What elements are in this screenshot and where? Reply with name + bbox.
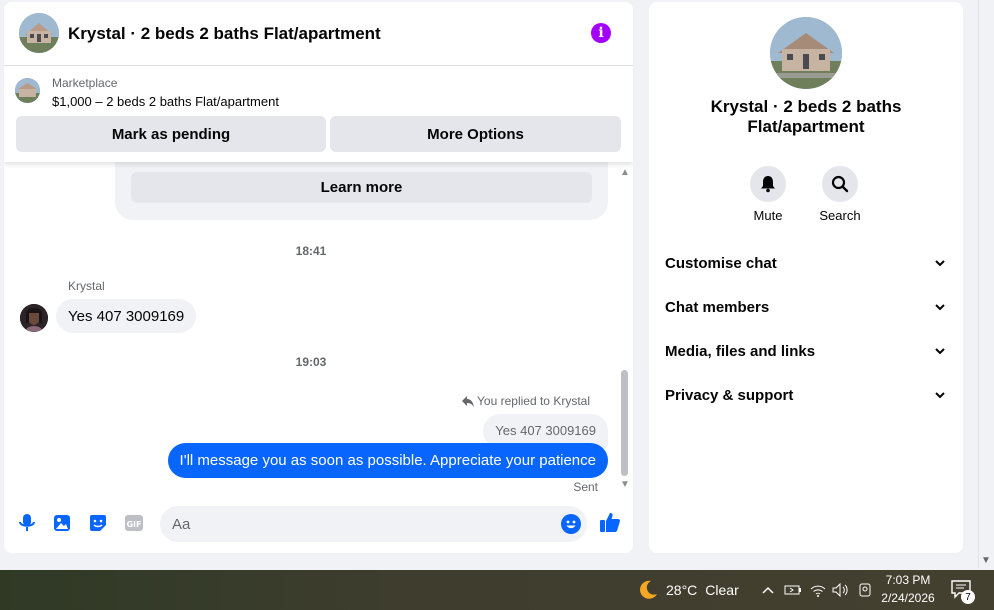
svg-text:GIF: GIF xyxy=(126,520,141,529)
moon-icon xyxy=(637,579,659,601)
reply-note-text: You replied to Krystal xyxy=(477,394,590,408)
message-status: Sent xyxy=(573,480,598,494)
marketplace-bar: Marketplace $1,000 – 2 beds 2 baths Flat… xyxy=(4,66,633,162)
reply-arrow-icon xyxy=(462,395,475,410)
sticker-icon[interactable] xyxy=(87,512,109,534)
weather-widget[interactable]: 28°C Clear xyxy=(637,570,739,610)
mute-action[interactable]: Mute xyxy=(738,166,798,223)
message-input-placeholder: Aa xyxy=(172,515,191,533)
chevron-down-icon xyxy=(933,388,947,402)
listing-card: Learn more xyxy=(115,162,608,220)
conversation-info-panel: Krystal · 2 beds 2 baths Flat/apartment … xyxy=(649,2,963,553)
section-privacy-support[interactable]: Privacy & support xyxy=(665,383,947,407)
section-media-files-links[interactable]: Media, files and links xyxy=(665,339,947,363)
sender-name: Krystal xyxy=(68,279,105,293)
mute-label: Mute xyxy=(753,208,783,223)
chat-title[interactable]: Krystal · 2 beds 2 baths Flat/apartment xyxy=(68,24,381,44)
message-input[interactable]: Aa xyxy=(160,506,587,542)
clock-date[interactable]: 2/24/2026 xyxy=(876,591,940,605)
listing-avatar[interactable] xyxy=(19,13,59,53)
learn-more-button[interactable]: Learn more xyxy=(131,172,592,203)
section-chat-members[interactable]: Chat members xyxy=(665,295,947,319)
mark-as-pending-button[interactable]: Mark as pending xyxy=(16,116,326,152)
timestamp: 19:03 xyxy=(295,355,327,369)
clock-time[interactable]: 7:03 PM xyxy=(876,573,940,587)
info-icon[interactable]: i xyxy=(591,23,611,43)
chevron-down-icon xyxy=(933,300,947,314)
wifi-icon[interactable] xyxy=(810,570,826,610)
volume-icon[interactable] xyxy=(832,570,850,610)
notifications-icon[interactable]: 7 xyxy=(951,570,975,610)
incoming-message-bubble[interactable]: Yes 407 3009169 xyxy=(56,299,197,333)
chat-header: Krystal · 2 beds 2 baths Flat/apartment … xyxy=(4,2,633,66)
windows-taskbar: 28°C Clear 7:03 PM 2/24/2026 7 xyxy=(0,570,994,610)
camera-device-icon[interactable] xyxy=(858,570,872,610)
section-label: Chat members xyxy=(665,298,770,316)
outgoing-message-bubble[interactable]: I'll message you as soon as possible. Ap… xyxy=(167,443,608,478)
listing-price-title[interactable]: $1,000 – 2 beds 2 baths Flat/apartment xyxy=(52,94,279,109)
search-label: Search xyxy=(819,208,861,223)
chat-panel: Krystal · 2 beds 2 baths Flat/apartment … xyxy=(4,2,633,553)
reply-note: You replied to Krystal xyxy=(462,394,590,410)
sender-avatar[interactable] xyxy=(20,304,48,332)
section-label: Privacy & support xyxy=(665,386,794,404)
message-scrollbar[interactable]: ▲ ▼ xyxy=(618,162,632,495)
timestamp: 18:41 xyxy=(295,244,327,258)
scroll-down-arrow-icon[interactable]: ▼ xyxy=(620,480,630,490)
section-label: Customise chat xyxy=(665,254,777,272)
notification-count-badge: 7 xyxy=(961,590,975,604)
search-icon[interactable] xyxy=(822,166,858,202)
photo-icon[interactable] xyxy=(51,512,73,534)
search-action[interactable]: Search xyxy=(810,166,870,223)
marketplace-label: Marketplace xyxy=(52,76,118,90)
section-label: Media, files and links xyxy=(665,342,816,360)
gif-icon[interactable]: GIF xyxy=(123,512,145,534)
chevron-down-icon xyxy=(933,344,947,358)
more-options-button[interactable]: More Options xyxy=(330,116,621,152)
listing-thumbnail[interactable] xyxy=(15,78,40,103)
microphone-icon[interactable] xyxy=(16,512,38,534)
conversation-title: Krystal · 2 beds 2 baths Flat/apartment xyxy=(710,97,902,136)
scroll-up-arrow-icon[interactable]: ▲ xyxy=(620,168,630,178)
bell-icon[interactable] xyxy=(750,166,786,202)
composer-bar: GIF Aa xyxy=(4,502,633,547)
listing-avatar-large[interactable] xyxy=(770,17,842,89)
page-scrollbar[interactable]: ▼ xyxy=(978,0,994,568)
thumbs-up-icon[interactable] xyxy=(599,511,621,533)
scrollbar-divider xyxy=(978,0,979,568)
section-customise-chat[interactable]: Customise chat xyxy=(665,251,947,275)
scrollbar-thumb[interactable] xyxy=(621,370,628,476)
battery-icon[interactable] xyxy=(784,570,802,610)
emoji-icon[interactable] xyxy=(561,514,581,534)
show-hidden-icons-icon[interactable] xyxy=(762,570,774,610)
message-list: Learn more 18:41 Krystal Yes 407 3009169… xyxy=(4,162,633,495)
temperature: 28°C xyxy=(666,582,698,598)
page-scroll-down-arrow-icon[interactable]: ▼ xyxy=(981,555,991,566)
chevron-down-icon xyxy=(933,256,947,270)
weather-condition: Clear xyxy=(705,582,739,598)
